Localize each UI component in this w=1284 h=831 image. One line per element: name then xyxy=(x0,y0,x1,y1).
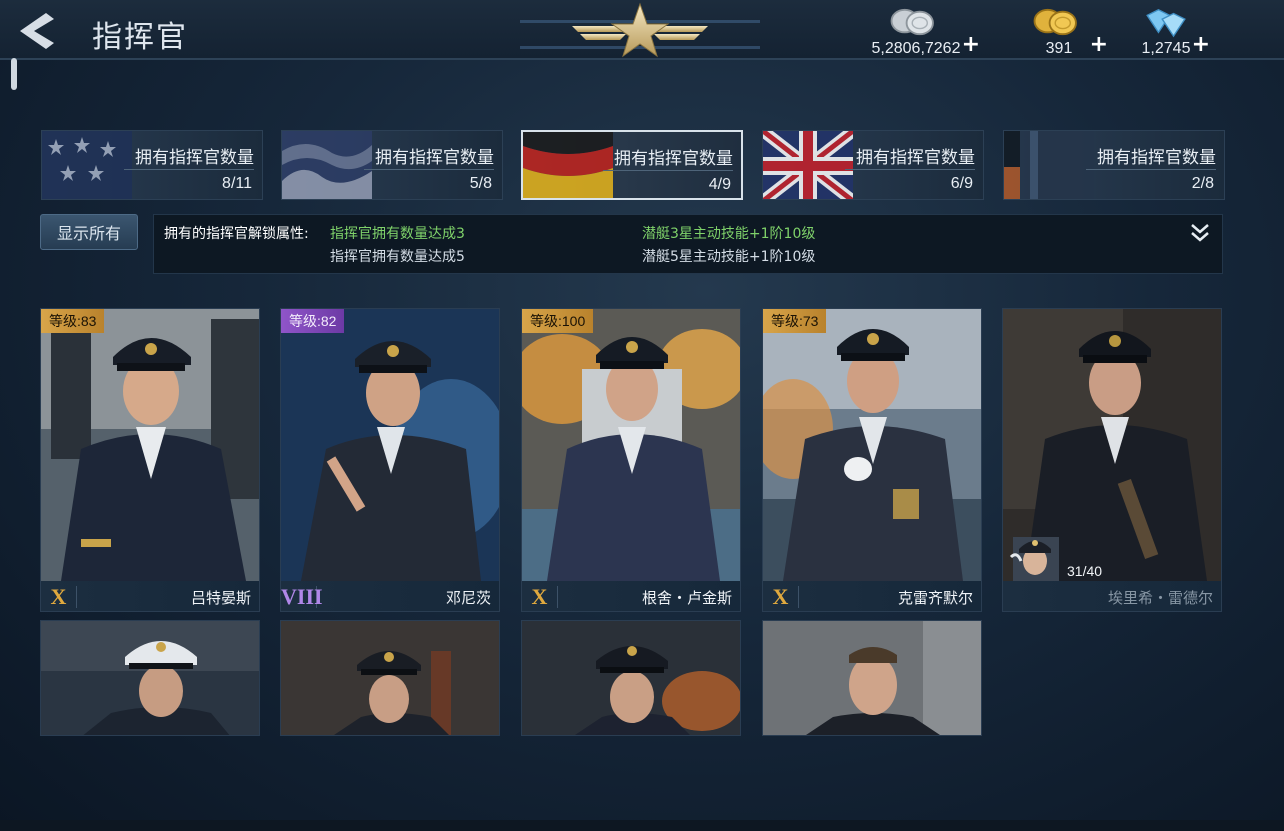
rank-numeral: X xyxy=(522,586,558,608)
divider xyxy=(124,169,254,170)
tab-usa-count: 8/11 xyxy=(222,175,252,192)
tab-soviet[interactable]: 拥有指挥官数量 2/8 xyxy=(1003,130,1225,200)
uk-flag-icon xyxy=(763,131,853,199)
unlock-condition-2: 指挥官拥有数量达成5 xyxy=(330,249,465,265)
commander-card[interactable]: 等级:100 X 根舍・卢金斯 xyxy=(521,308,741,612)
commander-card[interactable] xyxy=(521,620,741,736)
tab-germany-count: 4/9 xyxy=(708,176,731,193)
add-diamond-button[interactable]: + xyxy=(1192,32,1210,57)
silver-currency[interactable]: 5,2806,7262 + xyxy=(866,6,980,58)
gold-coins-icon xyxy=(1033,8,1077,36)
commander-portrait xyxy=(763,621,981,735)
commander-card[interactable]: 等级:73 X 克雷齐默尔 xyxy=(762,308,982,612)
back-arrow-icon xyxy=(20,13,54,49)
tab-usa-label: 拥有指挥官数量 xyxy=(135,148,254,168)
commander-portrait xyxy=(281,309,499,581)
commander-portrait xyxy=(41,309,259,581)
divider xyxy=(364,169,494,170)
rank-numeral: X xyxy=(41,586,77,608)
diamond-amount: 1,2745 xyxy=(1141,40,1191,57)
unlock-info-panel: 拥有的指挥官解锁属性: 指挥官拥有数量达成3 潜艇3星主动技能+1阶10级 指挥… xyxy=(153,214,1223,274)
commander-namebar: X 根舍・卢金斯 xyxy=(522,581,740,611)
tab-usa[interactable]: 拥有指挥官数量 8/11 xyxy=(41,130,263,200)
soviet-flag-icon xyxy=(1004,131,1094,199)
commander-card[interactable] xyxy=(280,620,500,736)
unlock-condition-1: 指挥官拥有数量达成3 xyxy=(330,226,465,242)
commander-namebar: VIII 邓尼茨 xyxy=(281,581,499,611)
commander-portrait xyxy=(41,621,259,735)
tab-germany-label: 拥有指挥官数量 xyxy=(614,149,733,169)
unlock-info-heading: 拥有的指挥官解锁属性: xyxy=(164,226,309,242)
commander-name: 吕特晏斯 xyxy=(190,588,251,607)
scroll-handle[interactable] xyxy=(11,58,17,90)
commander-card[interactable]: 等级:82 VIII 邓尼茨 xyxy=(280,308,500,612)
tab-uk-count: 6/9 xyxy=(950,175,973,192)
tab-japan[interactable]: 拥有指挥官数量 5/8 xyxy=(281,130,503,200)
page-title: 指挥官 xyxy=(92,20,188,55)
divider xyxy=(603,170,733,171)
silver-amount: 5,2806,7262 xyxy=(871,40,961,57)
level-badge: 等级:83 xyxy=(41,309,105,333)
back-button[interactable] xyxy=(10,8,66,54)
tab-soviet-label: 拥有指挥官数量 xyxy=(1097,148,1216,168)
japan-flag-icon xyxy=(282,131,372,199)
tab-japan-count: 5/8 xyxy=(469,175,492,192)
commander-portrait xyxy=(522,621,740,735)
silver-coins-icon xyxy=(890,8,934,36)
diamonds-icon xyxy=(1146,8,1186,38)
commander-card[interactable] xyxy=(762,620,982,736)
tab-soviet-count: 2/8 xyxy=(1191,175,1214,192)
fragment-count: 31/40 xyxy=(1067,563,1103,579)
commander-namebar: 埃里希・雷德尔 xyxy=(1003,581,1221,611)
gold-currency[interactable]: 391 + xyxy=(1024,6,1108,58)
unlock-bonus-2: 潜艇5星主动技能+1阶10级 xyxy=(642,249,816,265)
tab-uk-label: 拥有指挥官数量 xyxy=(856,148,975,168)
commander-portrait xyxy=(763,309,981,581)
commander-card-locked[interactable]: 31/40 埃里希・雷德尔 xyxy=(1002,308,1222,612)
divider xyxy=(1086,169,1216,170)
tab-uk[interactable]: 拥有指挥官数量 6/9 xyxy=(762,130,984,200)
commander-name: 克雷齐默尔 xyxy=(897,588,973,607)
rank-numeral: VIII xyxy=(281,584,323,609)
commander-card[interactable]: 等级:83 X 吕特晏斯 xyxy=(40,308,260,612)
top-bar: 指挥官 5,2806,7262 + 391 + 1,2745 + xyxy=(0,0,1284,60)
germany-flag-icon xyxy=(523,132,613,198)
usa-flag-icon xyxy=(42,131,132,199)
unlock-bonus-1: 潜艇3星主动技能+1阶10级 xyxy=(642,226,816,242)
diamond-currency[interactable]: 1,2745 + xyxy=(1136,6,1210,58)
commander-name: 根舍・卢金斯 xyxy=(641,588,732,607)
add-silver-button[interactable]: + xyxy=(962,32,980,57)
double-chevron-down-icon[interactable] xyxy=(1188,221,1212,245)
divider xyxy=(845,169,975,170)
commander-name: 埃里希・雷德尔 xyxy=(1107,588,1213,607)
add-gold-button[interactable]: + xyxy=(1090,32,1108,57)
commander-portrait xyxy=(522,309,740,581)
show-all-button[interactable]: 显示所有 xyxy=(40,214,138,250)
commander-name: 邓尼茨 xyxy=(445,588,491,607)
bottom-strip xyxy=(0,820,1284,831)
commander-namebar: X 克雷齐默尔 xyxy=(763,581,981,611)
tab-germany[interactable]: 拥有指挥官数量 4/9 xyxy=(521,130,743,200)
fragment-progress: 31/40 xyxy=(1009,531,1102,581)
commander-fragment-icon xyxy=(1009,537,1059,581)
level-badge: 等级:100 xyxy=(522,309,594,333)
level-badge: 等级:82 xyxy=(281,309,345,333)
rank-numeral: X xyxy=(763,586,799,608)
commander-card[interactable] xyxy=(40,620,260,736)
commander-portrait xyxy=(281,621,499,735)
gold-amount: 391 xyxy=(1045,40,1073,57)
level-badge: 等级:73 xyxy=(763,309,827,333)
commander-namebar: X 吕特晏斯 xyxy=(41,581,259,611)
tab-japan-label: 拥有指挥官数量 xyxy=(375,148,494,168)
rank-emblem-icon xyxy=(520,0,760,64)
